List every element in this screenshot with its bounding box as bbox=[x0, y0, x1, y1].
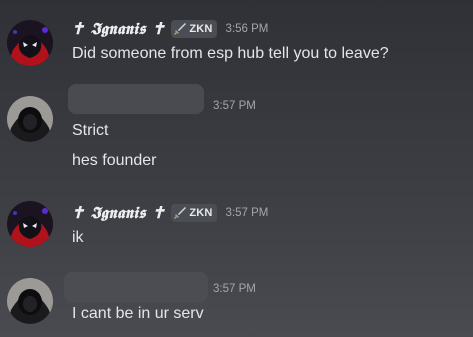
timestamp: 3:57 PM bbox=[225, 207, 269, 219]
message-text: Strict bbox=[72, 122, 109, 139]
server-tag[interactable]: ZKN bbox=[171, 204, 217, 222]
timestamp: 3:56 PM bbox=[225, 23, 269, 35]
timestamp: 3:57 PM bbox=[213, 100, 256, 112]
message-text: I cant be in ur serv bbox=[72, 305, 204, 322]
avatar[interactable] bbox=[7, 201, 53, 247]
tag-label: ZKN bbox=[189, 23, 213, 35]
sword-icon bbox=[174, 207, 187, 219]
message-header: ✝ 𝕴𝖌𝖓𝖆𝖓𝖎𝖘 ✝ ZKN 3:57 PM bbox=[71, 202, 268, 224]
timestamp: 3:57 PM bbox=[213, 283, 256, 295]
avatar[interactable] bbox=[7, 96, 53, 142]
server-tag[interactable]: ZKN bbox=[171, 20, 217, 38]
redacted-username bbox=[64, 272, 208, 302]
message-text: hes founder bbox=[72, 152, 157, 169]
sword-icon bbox=[174, 23, 187, 35]
username[interactable]: ✝ 𝕴𝖌𝖓𝖆𝖓𝖎𝖘 ✝ bbox=[71, 19, 165, 39]
redacted-username bbox=[68, 84, 204, 114]
tag-label: ZKN bbox=[189, 207, 213, 219]
avatar[interactable] bbox=[7, 278, 53, 324]
message-text: Did someone from esp hub tell you to lea… bbox=[72, 45, 389, 62]
message-text: ik bbox=[72, 229, 84, 246]
username[interactable]: ✝ 𝕴𝖌𝖓𝖆𝖓𝖎𝖘 ✝ bbox=[71, 203, 165, 223]
avatar[interactable] bbox=[7, 20, 53, 66]
message-header: ✝ 𝕴𝖌𝖓𝖆𝖓𝖎𝖘 ✝ ZKN 3:56 PM bbox=[71, 18, 268, 40]
